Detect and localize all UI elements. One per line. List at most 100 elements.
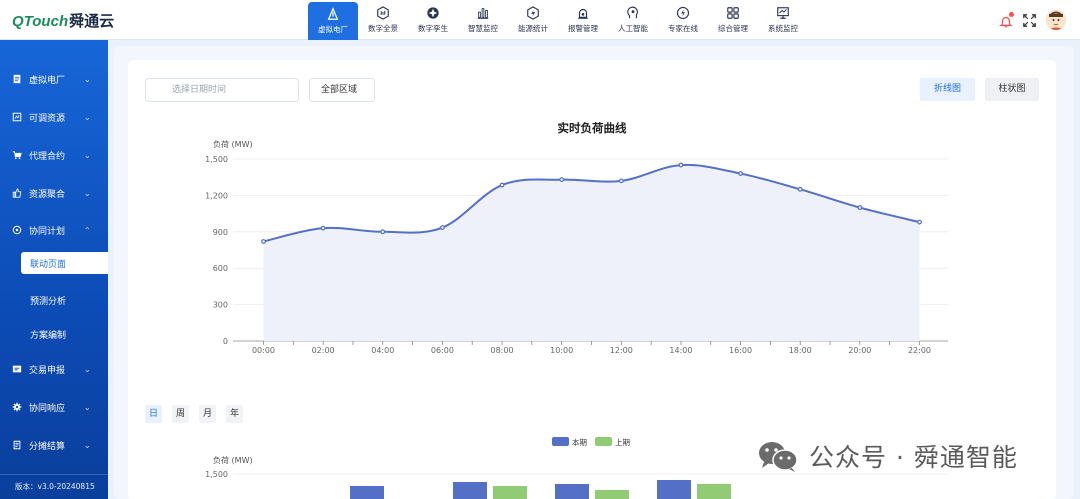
- resource-icon: [12, 112, 22, 122]
- legend-label: 本期: [572, 437, 587, 447]
- chevron-down-icon: ⌄: [84, 74, 91, 84]
- sidebar-item-adjustable[interactable]: 可调资源 ⌄: [0, 105, 108, 129]
- nav-item-panorama[interactable]: 数字全景: [358, 0, 408, 40]
- nav-label: 报警管理: [568, 24, 598, 33]
- top-bar: QTouch 舜通云 虚拟电厂 数字全景 数字孪生 智慧监控 能源统计 报警管理: [0, 0, 1080, 40]
- sidebar-item-label: 协同响应: [29, 403, 66, 414]
- thumb-icon: [12, 188, 22, 198]
- chevron-down-icon: ⌄: [84, 364, 91, 374]
- bar-chart-button[interactable]: 柱状图: [985, 78, 1039, 101]
- nav-item-system[interactable]: 系统监控: [758, 0, 808, 40]
- top-right-tools: [999, 9, 1066, 31]
- nav-label: 专家在线: [668, 24, 698, 33]
- bar: [657, 480, 691, 499]
- nav-item-monitor[interactable]: 智慧监控: [458, 0, 508, 40]
- x-tick-label: 22:00: [908, 346, 931, 355]
- x-tick-label: 02:00: [312, 346, 335, 355]
- power-plant-icon: [327, 7, 339, 20]
- line-chart-button[interactable]: 折线图: [920, 78, 975, 101]
- alarm-icon: [578, 8, 588, 19]
- sidebar-item-trade[interactable]: 交易申报 ⌄: [0, 357, 108, 381]
- chart-title: 实时负荷曲线: [558, 121, 627, 135]
- area-fill: [263, 164, 920, 341]
- data-point: [797, 186, 803, 192]
- twin-icon: [427, 7, 439, 19]
- chevron-down-icon: ⌄: [84, 402, 91, 412]
- sidebar-item-response[interactable]: 协同响应 ⌄: [0, 395, 108, 419]
- data-point: [261, 239, 266, 244]
- sidebar-item-label: 协同计划: [29, 226, 66, 237]
- version-text: 版本：v3.0-20240815: [15, 482, 95, 491]
- energy-icon: [527, 6, 539, 20]
- notification-bell-icon[interactable]: [999, 12, 1014, 28]
- legend-label: 上期: [615, 438, 630, 447]
- sidebar-item-settlement[interactable]: 分摊结算 ⌄: [0, 433, 108, 457]
- nav-label: 智慧监控: [468, 24, 498, 33]
- fullscreen-icon[interactable]: [1023, 13, 1036, 27]
- period-tab-day[interactable]: 日: [145, 405, 162, 423]
- nav-item-twin[interactable]: 数字孪生: [408, 0, 458, 40]
- sidebar-subitem-scheme[interactable]: 方案编制: [0, 323, 108, 345]
- y-axis-label: 负荷 (MW): [213, 139, 253, 149]
- nav-item-energy[interactable]: 能源统计: [508, 0, 558, 40]
- data-point: [678, 162, 684, 168]
- notification-badge: [1009, 12, 1014, 17]
- nav-item-general[interactable]: 综合管理: [708, 0, 758, 40]
- panorama-icon: [377, 6, 389, 20]
- sidebar-item-label: 虚拟电厂: [29, 75, 66, 86]
- nav-label: 能源统计: [518, 24, 548, 33]
- data-point: [618, 178, 624, 184]
- date-time-input[interactable]: 选择日期时间: [145, 78, 299, 102]
- period-tab-week[interactable]: 周: [172, 405, 189, 423]
- data-point: [440, 225, 445, 230]
- x-tick-label: 18:00: [789, 346, 812, 355]
- legend-swatch: [595, 437, 612, 446]
- document-icon: [13, 74, 21, 84]
- period-tab-year[interactable]: 年: [226, 405, 243, 423]
- chevron-down-icon: ⌄: [84, 112, 91, 122]
- x-tick-label: 00:00: [252, 346, 275, 355]
- nav-label: 数字孪生: [418, 24, 448, 33]
- y-tick-label: 300: [213, 301, 228, 310]
- sidebar-item-label: 资源聚合: [29, 189, 66, 200]
- nav-item-ai[interactable]: 人工智能: [608, 0, 658, 40]
- bar: [697, 484, 731, 499]
- nav-item-alarm[interactable]: 报警管理: [558, 0, 608, 40]
- watermark-text: 公众号 · 舜通智能: [809, 443, 1018, 472]
- app-logo[interactable]: QTouch 舜通云: [12, 10, 114, 30]
- data-point: [857, 205, 863, 210]
- y-tick-label: 0: [223, 337, 228, 346]
- nav-label: 人工智能: [618, 24, 648, 33]
- nav-item-expert[interactable]: 专家在线: [658, 0, 708, 40]
- sidebar-item-plan[interactable]: 协同计划 ⌃: [0, 218, 108, 242]
- sidebar-subitem-forecast[interactable]: 预测分析: [0, 289, 108, 311]
- trade-icon: [12, 365, 22, 373]
- sidebar-item-label: 交易申报: [29, 365, 66, 376]
- data-point: [380, 229, 386, 235]
- x-tick-label: 14:00: [669, 346, 692, 355]
- nav-item-virtual-plant[interactable]: 虚拟电厂: [308, 2, 358, 40]
- sidebar-item-label: 可调资源: [29, 113, 66, 124]
- system-monitor-icon: [777, 7, 789, 19]
- gear-icon: [12, 402, 22, 412]
- region-select[interactable]: 全部区域: [309, 78, 375, 102]
- logo-chinese: 舜通云: [69, 12, 115, 30]
- settle-icon: [13, 440, 21, 450]
- chevron-down-icon: ⌄: [84, 150, 91, 160]
- user-avatar[interactable]: [1046, 10, 1066, 30]
- period-tab-month[interactable]: 月: [199, 405, 216, 423]
- nav-label: 系统监控: [768, 24, 798, 33]
- data-point: [559, 177, 565, 183]
- bar: [350, 486, 384, 499]
- grid-icon: [727, 7, 739, 19]
- sidebar-item-aggregation[interactable]: 资源聚合 ⌄: [0, 181, 108, 205]
- x-tick-label: 16:00: [729, 346, 752, 355]
- ai-head-icon: [627, 6, 638, 19]
- sidebar-item-virtual-plant[interactable]: 虚拟电厂 ⌄: [0, 67, 108, 91]
- period-tabs: 日 周 月 年: [145, 405, 243, 423]
- plan-icon: [12, 225, 22, 235]
- watermark: 公众号 · 舜通智能: [757, 438, 1018, 474]
- sidebar-item-contract[interactable]: 代理合约 ⌄: [0, 143, 108, 167]
- x-tick-label: 08:00: [491, 346, 514, 355]
- sidebar-subitem-linkage[interactable]: 联动页面: [21, 252, 108, 274]
